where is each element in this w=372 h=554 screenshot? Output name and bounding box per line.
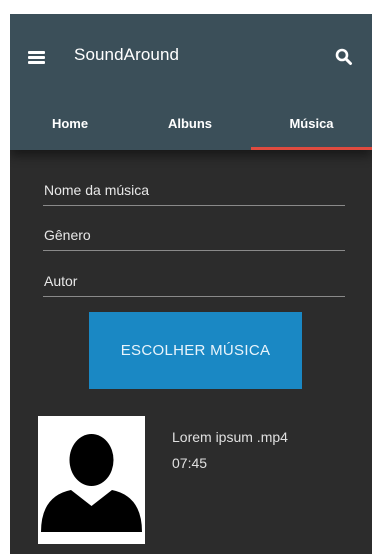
file-duration: 07:45 — [172, 455, 208, 471]
choose-music-button[interactable]: ESCOLHER MÚSICA — [89, 312, 302, 389]
genre-field-container — [43, 222, 346, 251]
tab-home[interactable]: Home — [20, 96, 120, 150]
file-name: Lorem ipsum .mp4 — [172, 429, 288, 445]
tab-bar: Home Albuns Música — [10, 96, 372, 150]
author-field-container — [43, 268, 346, 297]
app-title: SoundAround — [74, 45, 180, 64]
app-frame: SoundAround Home Albuns Música ESCOLHER … — [10, 14, 372, 554]
file-thumbnail — [38, 416, 145, 544]
author-input[interactable] — [43, 268, 346, 294]
menu-icon[interactable] — [28, 51, 45, 64]
person-icon — [41, 434, 142, 532]
tab-musica[interactable]: Música — [251, 96, 372, 150]
song-name-input[interactable] — [43, 177, 346, 203]
active-tab-indicator — [251, 147, 372, 150]
song-name-field-container — [43, 177, 346, 206]
search-icon[interactable] — [335, 48, 353, 66]
tab-albuns[interactable]: Albuns — [140, 96, 240, 150]
app-bar: SoundAround Home Albuns Música — [10, 14, 372, 150]
genre-input[interactable] — [43, 222, 346, 248]
